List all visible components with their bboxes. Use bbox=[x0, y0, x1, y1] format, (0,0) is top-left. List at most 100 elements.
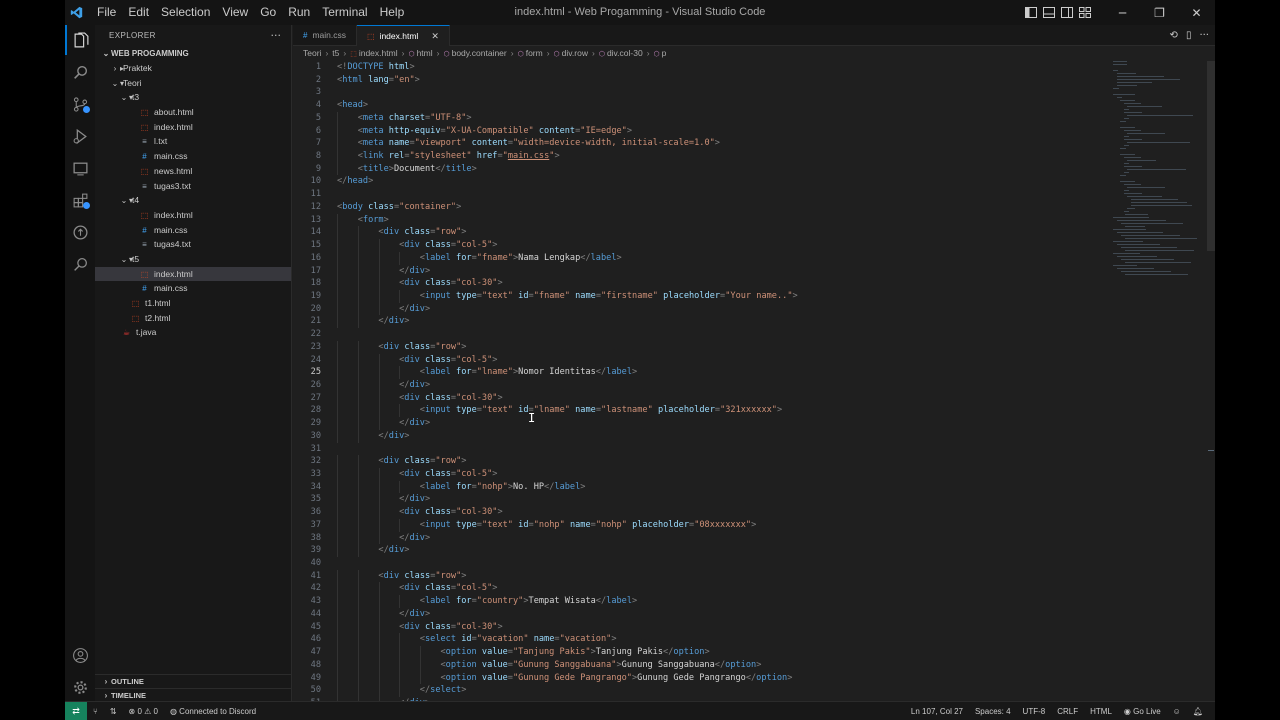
code-token: placeholder bbox=[657, 405, 715, 416]
folder-item[interactable]: › ▸Praktek bbox=[95, 61, 291, 76]
file-item[interactable]: ⬚ t1.html bbox=[95, 296, 291, 311]
code-line: 22 bbox=[293, 328, 1103, 341]
menu-terminal[interactable]: Terminal bbox=[316, 0, 373, 25]
line-number: 15 bbox=[310, 240, 321, 251]
problems-indicator[interactable]: ⊗ 0 ⚠ 0 bbox=[123, 702, 164, 720]
file-item[interactable]: ⬚ news.html bbox=[95, 164, 291, 179]
menu-edit[interactable]: Edit bbox=[122, 0, 155, 25]
discord-status[interactable]: ◍ Connected to Discord bbox=[164, 702, 262, 720]
language-mode[interactable]: HTML bbox=[1084, 702, 1118, 720]
customize-layout-icon[interactable] bbox=[1076, 0, 1094, 25]
close-window-button[interactable]: ✕ bbox=[1178, 0, 1215, 25]
code-token: > bbox=[792, 290, 798, 301]
toggle-panel-icon[interactable] bbox=[1040, 0, 1058, 25]
code-token: "lastname" bbox=[601, 405, 653, 416]
account-status-icon[interactable]: ☺ bbox=[1167, 702, 1187, 720]
code-token: class bbox=[404, 456, 431, 467]
workspace-header[interactable]: ⌄ WEB PROGAMMING bbox=[95, 46, 291, 61]
editor-scrollbar[interactable] bbox=[1207, 61, 1215, 251]
git-branch-icon[interactable]: ⑂ bbox=[87, 702, 104, 720]
file-item[interactable]: ≡ tugas4.txt bbox=[95, 237, 291, 252]
breadcrumb-item[interactable]: ⬚ index.html bbox=[350, 48, 397, 58]
tab-index-html[interactable]: ⬚ index.html ✕ bbox=[357, 25, 450, 46]
breadcrumb-item[interactable]: Teori bbox=[303, 48, 321, 58]
restore-button[interactable]: ❐ bbox=[1141, 0, 1178, 25]
folder-item[interactable]: ⌄ ▾t4 bbox=[95, 193, 291, 208]
tree-item-label: t3 bbox=[132, 92, 140, 103]
file-item[interactable]: # main.css bbox=[95, 281, 291, 296]
folder-item[interactable]: ⌄ ▾Teori bbox=[95, 76, 291, 91]
cursor-position[interactable]: Ln 107, Col 27 bbox=[905, 702, 969, 720]
breadcrumb-item[interactable]: ⬡ html bbox=[408, 48, 432, 58]
tab-main-css[interactable]: # main.css bbox=[293, 25, 357, 46]
line-content: <head> bbox=[337, 99, 368, 112]
settings-gear-icon[interactable] bbox=[65, 672, 95, 702]
minimap[interactable] bbox=[1113, 61, 1208, 281]
breadcrumb-item[interactable]: ⬡ div.row bbox=[554, 48, 588, 58]
file-item[interactable]: ☕︎ t.java bbox=[95, 325, 291, 340]
file-item[interactable]: ≡ tugas3.txt bbox=[95, 179, 291, 194]
menu-view[interactable]: View bbox=[216, 0, 254, 25]
menu-file[interactable]: File bbox=[91, 0, 122, 25]
close-tab-icon[interactable]: ✕ bbox=[431, 26, 439, 47]
more-actions-icon[interactable]: ··· bbox=[1199, 30, 1209, 41]
line-number: 29 bbox=[310, 418, 321, 429]
go-live-button[interactable]: ◉ Go Live bbox=[1118, 702, 1167, 720]
run-debug-icon[interactable] bbox=[65, 121, 95, 151]
breadcrumb-item[interactable]: ⬡ form bbox=[518, 48, 543, 58]
remote-indicator-button[interactable]: ⇄ bbox=[65, 701, 87, 720]
menu-help[interactable]: Help bbox=[374, 0, 411, 25]
timeline-section[interactable]: › TIMELINE bbox=[95, 688, 292, 702]
line-number: 46 bbox=[310, 634, 321, 645]
menu-go[interactable]: Go bbox=[254, 0, 282, 25]
code-token: body bbox=[342, 201, 363, 212]
menu-selection[interactable]: Selection bbox=[155, 0, 216, 25]
files-icon[interactable] bbox=[65, 25, 95, 55]
toggle-primary-sidebar-icon[interactable] bbox=[1022, 0, 1040, 25]
folder-item[interactable]: ⌄ ▾t5 bbox=[95, 252, 291, 267]
file-item[interactable]: ⬚ index.html bbox=[95, 120, 291, 135]
source-control-icon[interactable] bbox=[65, 89, 95, 119]
breadcrumb-item[interactable]: ⬡ p bbox=[654, 48, 667, 58]
chevron-down-icon: ⌄ bbox=[102, 49, 110, 58]
account-icon[interactable] bbox=[65, 640, 95, 670]
file-item[interactable]: ⬚ index.html bbox=[95, 208, 291, 223]
code-line: 32 <div class="row"> bbox=[293, 455, 1103, 468]
outline-section[interactable]: › OUTLINE bbox=[95, 674, 292, 688]
code-editor[interactable]: 1 <!DOCTYPE html> 2 <html lang="en"> 3 4 <head… bbox=[293, 61, 1103, 701]
file-item[interactable]: # main.css bbox=[95, 149, 291, 164]
file-item[interactable]: ⬚ index.html bbox=[95, 266, 291, 282]
file-item[interactable]: ⬚ about.html bbox=[95, 105, 291, 120]
search-icon[interactable] bbox=[65, 57, 95, 87]
indentation[interactable]: Spaces: 4 bbox=[969, 702, 1017, 720]
code-token: div bbox=[409, 532, 425, 543]
timeline-history-icon[interactable]: ⟲ bbox=[1170, 30, 1178, 41]
file-item[interactable]: # main.css bbox=[95, 223, 291, 238]
file-item[interactable]: ≡ l.txt bbox=[95, 134, 291, 149]
end-of-line[interactable]: CRLF bbox=[1051, 702, 1084, 720]
extensions-icon[interactable] bbox=[65, 185, 95, 215]
folder-item[interactable]: ⌄ ▾t3 bbox=[95, 90, 291, 105]
minimize-button[interactable]: ─ bbox=[1104, 0, 1141, 25]
code-token: http-equiv bbox=[388, 125, 441, 136]
line-number: 11 bbox=[310, 189, 321, 200]
toggle-secondary-sidebar-icon[interactable] bbox=[1058, 0, 1076, 25]
remote-explorer-icon[interactable] bbox=[65, 153, 95, 183]
notifications-icon[interactable]: 🔔︎ bbox=[1187, 702, 1209, 720]
explorer-more-actions-button[interactable]: ··· bbox=[271, 25, 282, 46]
search-alt-icon[interactable] bbox=[65, 249, 95, 279]
code-token: "col-30" bbox=[456, 507, 498, 518]
sync-icon[interactable]: ⇅ bbox=[104, 702, 123, 720]
code-token: > bbox=[776, 405, 783, 416]
file-item[interactable]: ⬚ t2.html bbox=[95, 311, 291, 326]
breadcrumb-item[interactable]: ⬡ body.container bbox=[443, 48, 506, 58]
split-editor-icon[interactable]: ▯ bbox=[1186, 30, 1192, 41]
breadcrumb-item[interactable]: ⬡ div.col-30 bbox=[599, 48, 643, 58]
menu-run[interactable]: Run bbox=[282, 0, 316, 25]
github-icon[interactable] bbox=[65, 217, 95, 247]
breadcrumb-item[interactable]: t5 bbox=[332, 48, 339, 58]
code-token: id bbox=[461, 634, 472, 645]
encoding[interactable]: UTF-8 bbox=[1017, 702, 1052, 720]
